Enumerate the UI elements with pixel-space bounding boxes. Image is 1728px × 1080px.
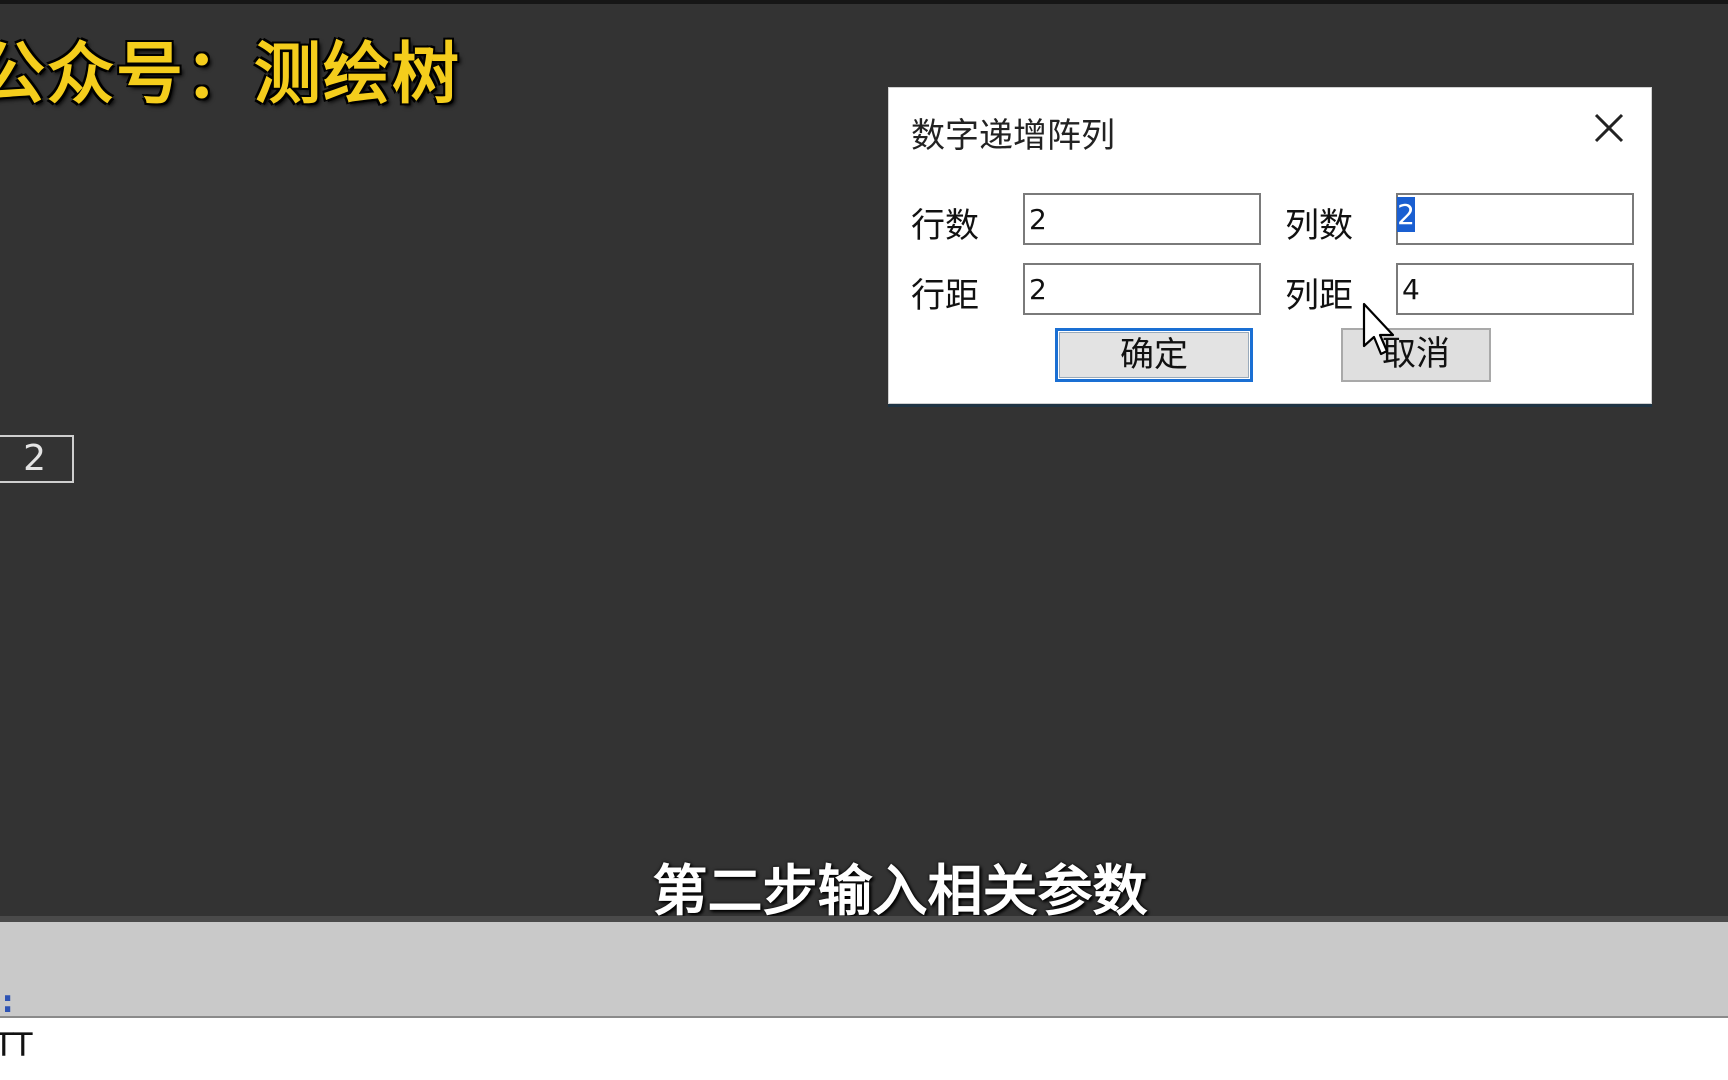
columns-label: 列数: [1285, 206, 1353, 246]
rows-label: 行数: [911, 206, 979, 246]
rows-input[interactable]: [1023, 193, 1261, 245]
ok-button[interactable]: 确定: [1055, 328, 1253, 382]
command-line[interactable]: TT: [0, 1016, 1728, 1080]
close-icon: [1594, 113, 1624, 143]
subtitle-caption: 第二步输入相关参数: [652, 859, 1148, 923]
row-spacing-input[interactable]: [1023, 263, 1261, 315]
column-spacing-label: 列距: [1285, 276, 1353, 316]
dialog-title: 数字递增阵列: [911, 116, 1115, 156]
canvas-number-cell: 2: [0, 435, 74, 483]
command-prompt: :: [0, 982, 17, 1020]
number-increment-array-dialog: 数字递增阵列 行数 列数 行距 列距 确定 取消: [888, 87, 1652, 404]
close-button[interactable]: [1587, 106, 1631, 150]
top-edge: [0, 0, 1728, 4]
watermark-text: 公众号：测绘树: [0, 35, 461, 113]
command-line-text: TT: [0, 1026, 33, 1064]
row-spacing-label: 行距: [911, 276, 979, 316]
columns-selection-highlight: 2: [1397, 197, 1415, 232]
columns-input[interactable]: [1396, 193, 1634, 245]
column-spacing-input[interactable]: [1396, 263, 1634, 315]
cancel-button[interactable]: 取消: [1341, 328, 1491, 382]
